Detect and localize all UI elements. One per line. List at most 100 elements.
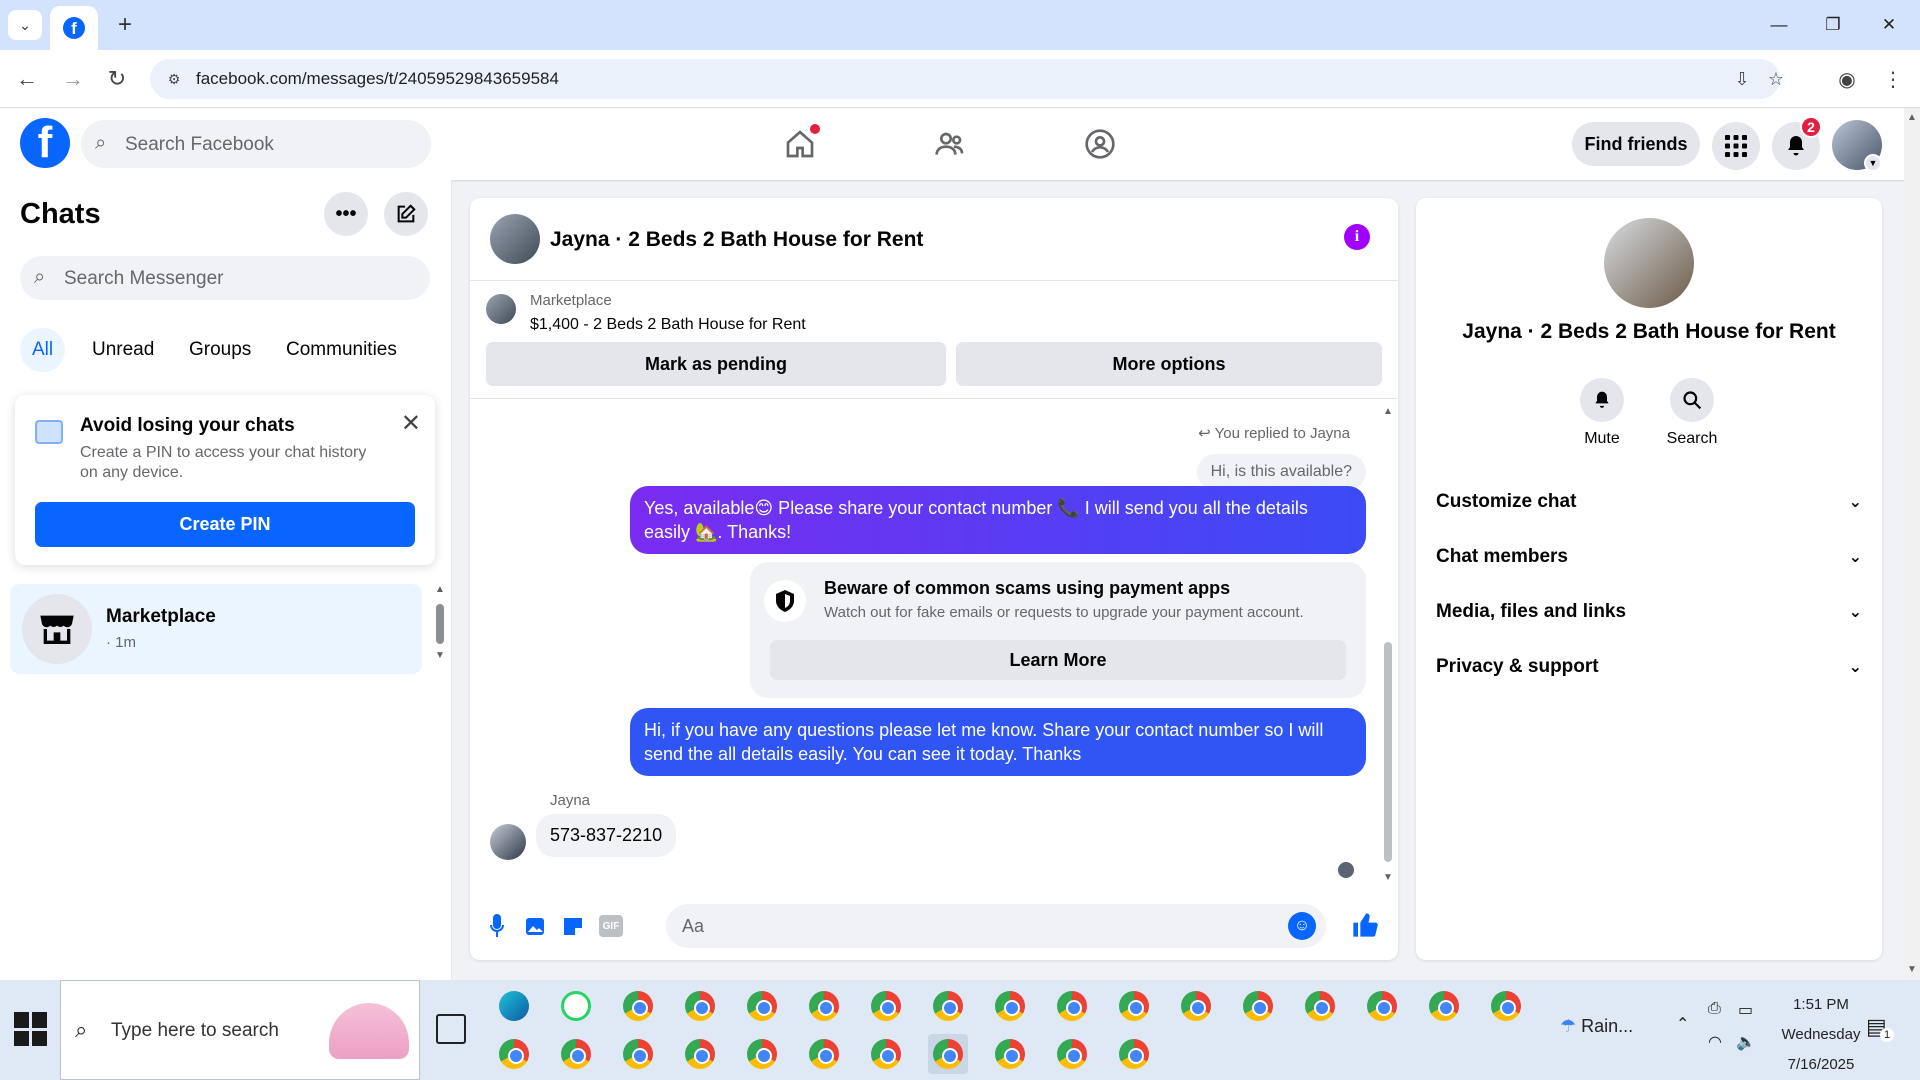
restore-button[interactable]: ❐ <box>1810 8 1856 42</box>
browser-tab-facebook[interactable]: f <box>50 6 98 50</box>
tab-search-icon[interactable]: ⌄ <box>8 10 42 40</box>
search-in-conversation-button[interactable]: Search <box>1652 378 1732 448</box>
filter-communities[interactable]: Communities <box>274 328 409 372</box>
chrome-icon[interactable] <box>494 1034 534 1074</box>
bookmark-star-icon[interactable]: ☆ <box>1764 67 1788 91</box>
whatsapp-icon[interactable] <box>556 986 596 1026</box>
chrome-icon-active[interactable] <box>928 1034 968 1074</box>
task-view-icon[interactable] <box>436 1014 466 1044</box>
system-clock[interactable]: 1:51 PM Wednesday 7/16/2025 <box>1766 990 1876 1080</box>
filter-all[interactable]: All <box>20 328 66 372</box>
chat-scrollbar-thumb[interactable] <box>1384 642 1392 862</box>
weather-widget[interactable]: ☂ Rain... <box>1560 1016 1633 1037</box>
battery-icon[interactable]: ▭ <box>1738 1000 1753 1020</box>
chrome-icon[interactable] <box>680 1034 720 1074</box>
filter-groups[interactable]: Groups <box>177 328 263 372</box>
chrome-icon[interactable] <box>680 986 720 1026</box>
chat-members-section[interactable]: Chat members ⌄ <box>1436 535 1862 579</box>
chrome-icon[interactable] <box>866 986 906 1026</box>
sticker-icon[interactable] <box>558 911 588 941</box>
forward-button[interactable]: → <box>56 62 90 96</box>
more-options-icon[interactable]: ••• <box>324 192 368 236</box>
privacy-support-section[interactable]: Privacy & support ⌄ <box>1436 645 1862 689</box>
chrome-icon[interactable] <box>742 1034 782 1074</box>
wifi-icon[interactable]: ◠ <box>1708 1032 1722 1052</box>
media-files-links-section[interactable]: Media, files and links ⌄ <box>1436 590 1862 634</box>
notification-center-icon[interactable]: ▤ 1 <box>1866 1014 1894 1042</box>
chrome-icon[interactable] <box>990 1034 1030 1074</box>
chrome-icon[interactable] <box>1362 986 1402 1026</box>
customize-chat-section[interactable]: Customize chat ⌄ <box>1436 480 1862 524</box>
chrome-icon[interactable] <box>1486 986 1526 1026</box>
chrome-icon[interactable] <box>1114 986 1154 1026</box>
create-pin-button[interactable]: Create PIN <box>35 502 415 547</box>
windows-start-icon[interactable] <box>14 1012 48 1046</box>
chevron-down-icon[interactable]: ▼ <box>1864 154 1882 172</box>
microphone-icon[interactable] <box>482 911 512 941</box>
info-icon[interactable]: i <box>1344 224 1370 250</box>
url-text[interactable]: facebook.com/messages/t/2405952984365958… <box>196 69 559 89</box>
site-info-icon[interactable]: ⚙ <box>164 69 184 89</box>
close-window-button[interactable]: ✕ <box>1866 8 1912 42</box>
chrome-icon[interactable] <box>1238 986 1278 1026</box>
chrome-icon[interactable] <box>1052 1034 1092 1074</box>
speaker-icon[interactable]: 🔈 <box>1736 1032 1756 1052</box>
new-message-icon[interactable] <box>384 192 428 236</box>
chrome-icon[interactable] <box>1424 986 1464 1026</box>
gif-icon[interactable]: GIF <box>596 911 626 941</box>
photo-icon[interactable] <box>520 911 550 941</box>
learn-more-button[interactable]: Learn More <box>770 640 1346 680</box>
incoming-message[interactable]: 573-837-2210 <box>536 814 677 857</box>
profile-icon[interactable]: ◉ <box>1830 62 1864 96</box>
minimize-button[interactable]: — <box>1756 8 1802 42</box>
install-app-icon[interactable]: ⇩ <box>1730 67 1754 91</box>
device-icon[interactable]: ⎙ <box>1708 1000 1721 1018</box>
emoji-icon[interactable]: ☺ <box>1288 912 1316 940</box>
facebook-logo-icon[interactable]: f <box>20 118 70 168</box>
reload-button[interactable]: ↻ <box>100 62 134 96</box>
home-icon[interactable] <box>778 122 822 166</box>
filter-unread[interactable]: Unread <box>80 328 166 372</box>
chrome-icon[interactable] <box>1114 1034 1154 1074</box>
chrome-icon[interactable] <box>1052 986 1092 1026</box>
outgoing-message[interactable]: Yes, available😊 Please share your contac… <box>630 486 1366 554</box>
page-scrollbar[interactable]: ▲ ▼ <box>1904 108 1920 980</box>
more-options-button[interactable]: More options <box>956 342 1382 386</box>
groups-icon[interactable] <box>1078 122 1122 166</box>
find-friends-button[interactable]: Find friends <box>1572 122 1700 166</box>
chrome-icon[interactable] <box>804 986 844 1026</box>
address-bar[interactable]: ⚙ facebook.com/messages/t/24059529843659… <box>150 59 1784 99</box>
menu-grid-icon[interactable] <box>1712 122 1760 170</box>
chrome-icon[interactable] <box>990 986 1030 1026</box>
facebook-search-input[interactable]: ⌕ Search Facebook <box>81 120 431 168</box>
sidebar-scrollbar[interactable]: ▲ ▼ <box>434 584 446 664</box>
mute-button[interactable]: Mute <box>1562 378 1642 448</box>
chat-title[interactable]: Jayna · 2 Beds 2 Bath House for Rent <box>550 228 923 252</box>
back-button[interactable]: ← <box>10 62 44 96</box>
mark-as-pending-button[interactable]: Mark as pending <box>486 342 946 386</box>
chrome-icon[interactable] <box>928 986 968 1026</box>
notifications-button[interactable]: 2 <box>1772 116 1822 170</box>
conversation-item-marketplace[interactable]: Marketplace · 1m <box>10 584 422 674</box>
close-icon[interactable]: ✕ <box>401 409 421 438</box>
browser-menu-icon[interactable]: ⋮ <box>1876 62 1910 96</box>
show-hidden-icons-icon[interactable]: ⌃ <box>1676 1014 1689 1034</box>
sender-avatar[interactable] <box>490 824 526 860</box>
chrome-icon[interactable] <box>556 1034 596 1074</box>
taskbar-search-input[interactable]: ⌕ Type here to search <box>60 980 420 1080</box>
chrome-icon[interactable] <box>742 986 782 1026</box>
message-input[interactable]: Aa ☺ <box>666 904 1326 948</box>
listing-thumbnail[interactable] <box>486 294 516 324</box>
friends-icon[interactable] <box>928 122 972 166</box>
chrome-icon[interactable] <box>866 1034 906 1074</box>
chrome-icon[interactable] <box>618 986 658 1026</box>
chrome-icon[interactable] <box>1300 986 1340 1026</box>
chrome-icon[interactable] <box>618 1034 658 1074</box>
quoted-message[interactable]: Hi, is this available? <box>1196 454 1366 490</box>
chrome-icon[interactable] <box>1176 986 1216 1026</box>
messenger-search-input[interactable]: ⌕ Search Messenger <box>20 256 430 300</box>
thumbs-up-icon[interactable] <box>1348 908 1382 942</box>
chrome-icon[interactable] <box>804 1034 844 1074</box>
contact-avatar[interactable] <box>1604 218 1694 308</box>
chat-avatar[interactable] <box>490 214 540 264</box>
